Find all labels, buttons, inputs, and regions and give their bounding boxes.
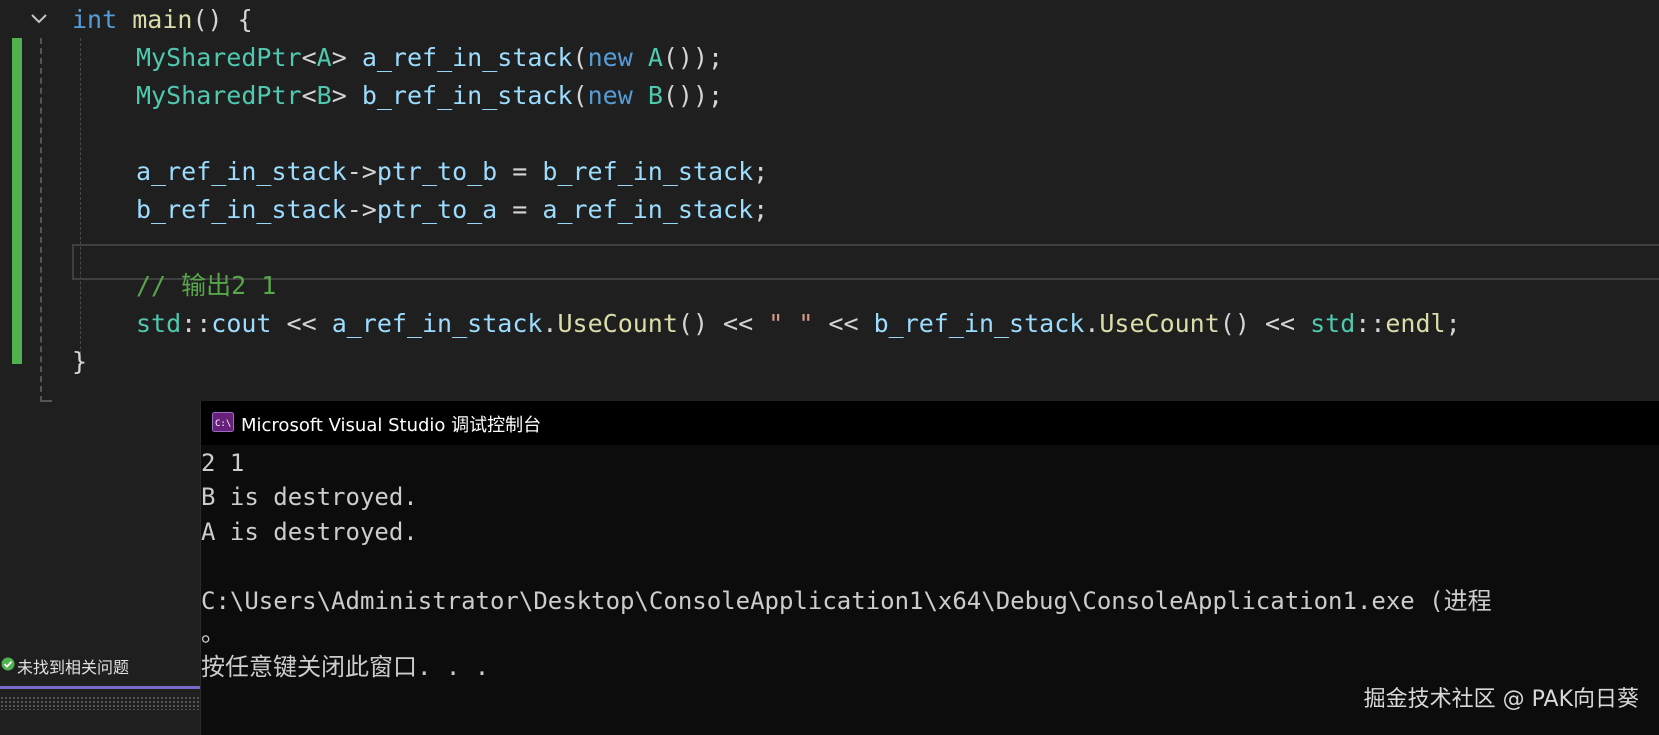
code-token: main	[132, 5, 193, 34]
code-token: MySharedPtr	[136, 81, 302, 110]
console-app-icon: C:\	[212, 412, 234, 432]
code-token: B	[316, 81, 332, 110]
code-token: >	[331, 81, 362, 110]
console-output-line: 2 1	[201, 449, 245, 477]
code-token: int	[72, 5, 118, 34]
code-line[interactable]: b_ref_in_stack->ptr_to_a = a_ref_in_stac…	[0, 190, 1659, 230]
code-token: new	[587, 81, 633, 110]
code-line-text: // 输出2 1	[136, 266, 276, 306]
code-line[interactable]: std::cout << a_ref_in_stack.UseCount() <…	[0, 304, 1659, 344]
code-token: =	[497, 195, 543, 224]
code-token: std	[136, 309, 182, 338]
code-token: <	[301, 81, 317, 110]
code-token: B	[647, 81, 663, 110]
code-token: ::	[1355, 309, 1386, 338]
check-circle-icon	[1, 657, 15, 671]
code-token: cout	[211, 309, 272, 338]
code-token: a_ref_in_stack	[361, 43, 573, 72]
code-token: b_ref_in_stack	[873, 309, 1085, 338]
code-token: .	[1084, 309, 1100, 338]
code-token: =	[497, 157, 543, 186]
code-token: std	[1310, 309, 1356, 338]
console-output-line: 按任意键关闭此窗口. . .	[201, 653, 490, 681]
code-token: b_ref_in_stack	[542, 157, 754, 186]
console-output-line: B is destroyed.	[201, 483, 418, 511]
code-line[interactable]: int main() {	[0, 0, 1659, 40]
code-line[interactable]	[0, 114, 1659, 154]
console-output-line: A is destroyed.	[201, 518, 418, 546]
code-token: ::	[181, 309, 212, 338]
code-token: (	[572, 81, 588, 110]
console-output-line: C:\Users\Administrator\Desktop\ConsoleAp…	[201, 587, 1507, 615]
code-token: () {	[192, 5, 253, 34]
code-token: ptr_to_b	[376, 157, 498, 186]
code-token: .	[542, 309, 558, 338]
code-line[interactable]: MySharedPtr<B> b_ref_in_stack(new B());	[0, 76, 1659, 116]
code-line[interactable]	[0, 228, 1659, 268]
code-token: (	[572, 43, 588, 72]
code-line-text: b_ref_in_stack->ptr_to_a = a_ref_in_stac…	[136, 190, 768, 230]
code-token: ;	[1445, 309, 1461, 338]
code-token: A	[316, 43, 332, 72]
code-token: ->	[346, 157, 377, 186]
code-token: >	[331, 43, 362, 72]
code-token: a_ref_in_stack	[136, 157, 347, 186]
code-token: ());	[662, 81, 724, 110]
code-token: MySharedPtr	[136, 43, 302, 72]
code-token: UseCount	[557, 309, 678, 338]
code-token: endl	[1385, 309, 1446, 338]
indent-guide-end	[40, 400, 52, 402]
watermark: 掘金技术社区 @ PAK向日葵	[1363, 687, 1639, 712]
status-label: 未找到相关问题	[17, 658, 130, 677]
code-token: ());	[662, 43, 724, 72]
code-token: ->	[346, 195, 377, 224]
code-line[interactable]: a_ref_in_stack->ptr_to_b = b_ref_in_stac…	[0, 152, 1659, 192]
code-token: <	[301, 43, 317, 72]
code-token: a_ref_in_stack	[331, 309, 543, 338]
code-token: ;	[753, 195, 769, 224]
code-line-text: MySharedPtr<A> a_ref_in_stack(new A());	[136, 38, 723, 78]
code-token: a_ref_in_stack	[542, 195, 754, 224]
status-pattern	[0, 696, 200, 710]
status-accent-bar	[0, 686, 200, 689]
code-token: UseCount	[1099, 309, 1220, 338]
code-token: }	[72, 347, 88, 376]
code-token: " "	[768, 309, 814, 338]
console-title: Microsoft Visual Studio 调试控制台	[241, 415, 542, 436]
code-line[interactable]: }	[0, 342, 1659, 382]
code-line-text: MySharedPtr<B> b_ref_in_stack(new B());	[136, 76, 723, 116]
code-line[interactable]: MySharedPtr<A> a_ref_in_stack(new A());	[0, 38, 1659, 78]
code-line-text: int main() {	[72, 0, 253, 40]
code-token: // 输出2 1	[136, 271, 277, 300]
code-token: <<	[813, 309, 874, 338]
code-token: () <<	[1219, 309, 1311, 338]
code-line-text: std::cout << a_ref_in_stack.UseCount() <…	[136, 304, 1461, 344]
code-token: () <<	[677, 309, 769, 338]
code-token: b_ref_in_stack	[136, 195, 347, 224]
code-token: <<	[271, 309, 332, 338]
code-token: new	[587, 43, 633, 72]
status-no-issues[interactable]: 未找到相关问题	[0, 650, 200, 680]
console-titlebar[interactable]: C:\ Microsoft Visual Studio 调试控制台	[201, 401, 1659, 445]
code-token: A	[647, 43, 663, 72]
code-token: ptr_to_a	[376, 195, 498, 224]
svg-text:C:\: C:\	[215, 419, 231, 429]
console-output-line: 。	[201, 619, 225, 647]
code-line-text: }	[72, 342, 87, 382]
code-token: ;	[753, 157, 769, 186]
code-line[interactable]: // 输出2 1	[0, 266, 1659, 306]
code-token: b_ref_in_stack	[361, 81, 573, 110]
code-line-text: a_ref_in_stack->ptr_to_b = b_ref_in_stac…	[136, 152, 768, 192]
